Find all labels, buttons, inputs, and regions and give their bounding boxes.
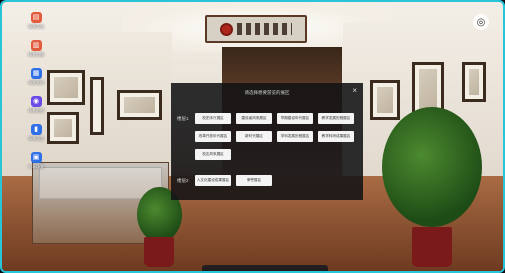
zone-button[interactable]: 学科发展历程展区 xyxy=(277,131,313,142)
floor-2-zone-grid: 人文化建设成果展区 荣誉展区 xyxy=(195,175,354,186)
info-icon: ▦ xyxy=(30,68,42,79)
audio-icon: ▮ xyxy=(30,124,42,135)
sidebar-item-label: 场景说明 xyxy=(28,80,44,85)
plant-pot xyxy=(144,237,174,267)
framed-scroll xyxy=(90,77,104,135)
floor-2-label: 楼层2 xyxy=(177,178,189,183)
sidebar-item-label: 场景地图 xyxy=(28,108,44,113)
vr-glasses-icon[interactable]: ◎ xyxy=(473,14,489,30)
zone-button[interactable]: 改革开放年代展区 xyxy=(195,131,231,142)
sidebar-item-map[interactable]: ◉ 场景地图 xyxy=(28,96,44,114)
potted-plant xyxy=(382,107,482,227)
close-icon[interactable]: × xyxy=(352,87,357,95)
zone-select-dialog: 请选择想要游览的展区 × 楼层1 校史序厅展区 建设者风采展区 早期建设年代展区… xyxy=(171,83,363,200)
framed-calligraphy xyxy=(462,62,486,102)
sidebar-item-label: 分享场景 xyxy=(28,164,44,169)
share-icon: ▣ xyxy=(30,152,42,163)
sidebar-item-switch[interactable]: ▥ 场景切换 xyxy=(28,40,44,58)
red-seal-icon xyxy=(220,22,233,36)
sidebar-item-label: 场景导览 xyxy=(28,24,44,29)
floor-1-zone-grid: 校史序厅展区 建设者风采展区 早期建设年代展区 教学发展历程展区 改革开放年代展… xyxy=(195,113,354,160)
plant-pot xyxy=(412,227,452,267)
zone-button[interactable]: 建设者风采展区 xyxy=(236,113,272,124)
bottom-scene-bar[interactable] xyxy=(202,265,328,271)
zone-button[interactable]: 早期建设年代展区 xyxy=(277,113,313,124)
tour-icon: ▤ xyxy=(30,12,42,23)
sidebar-item-share[interactable]: ▣ 分享场景 xyxy=(28,152,44,170)
sidebar-item-tour[interactable]: ▤ 场景导览 xyxy=(28,12,44,30)
dialog-title: 请选择想要游览的展区 xyxy=(244,90,290,95)
sidebar-item-label: 场景语音 xyxy=(28,136,44,141)
viewer-frame: ▤ 场景导览 ▥ 场景切换 ▦ 场景说明 ◉ 场景地图 ▮ 场景语音 ▣ 分享场… xyxy=(0,0,505,273)
framed-photo xyxy=(47,112,79,144)
zone-button[interactable]: 校史序厅展区 xyxy=(195,113,231,124)
sidebar-item-label: 场景切换 xyxy=(28,52,44,57)
framed-map xyxy=(117,90,162,120)
zone-button[interactable]: 人文化建设成果展区 xyxy=(195,175,231,186)
calligraphy-strokes xyxy=(237,23,292,35)
framed-calligraphy xyxy=(370,80,400,120)
framed-photo xyxy=(47,70,85,105)
zone-button[interactable]: 新时代展区 xyxy=(236,131,272,142)
switch-icon: ▥ xyxy=(30,40,42,51)
zone-button[interactable]: 教学发展历程展区 xyxy=(318,113,354,124)
zone-button[interactable]: 教学科研成果展区 xyxy=(318,131,354,142)
sidebar-item-info[interactable]: ▦ 场景说明 xyxy=(28,68,44,86)
floor-1-label: 楼层1 xyxy=(177,116,189,121)
map-pin-icon: ◉ xyxy=(30,96,42,107)
calligraphy-plaque xyxy=(205,15,307,43)
zone-button[interactable]: 校友风采展区 xyxy=(195,149,231,160)
sidebar-item-audio[interactable]: ▮ 场景语音 xyxy=(28,124,44,142)
zone-button[interactable]: 荣誉展区 xyxy=(236,175,272,186)
left-toolbar: ▤ 场景导览 ▥ 场景切换 ▦ 场景说明 ◉ 场景地图 ▮ 场景语音 ▣ 分享场… xyxy=(27,12,45,170)
